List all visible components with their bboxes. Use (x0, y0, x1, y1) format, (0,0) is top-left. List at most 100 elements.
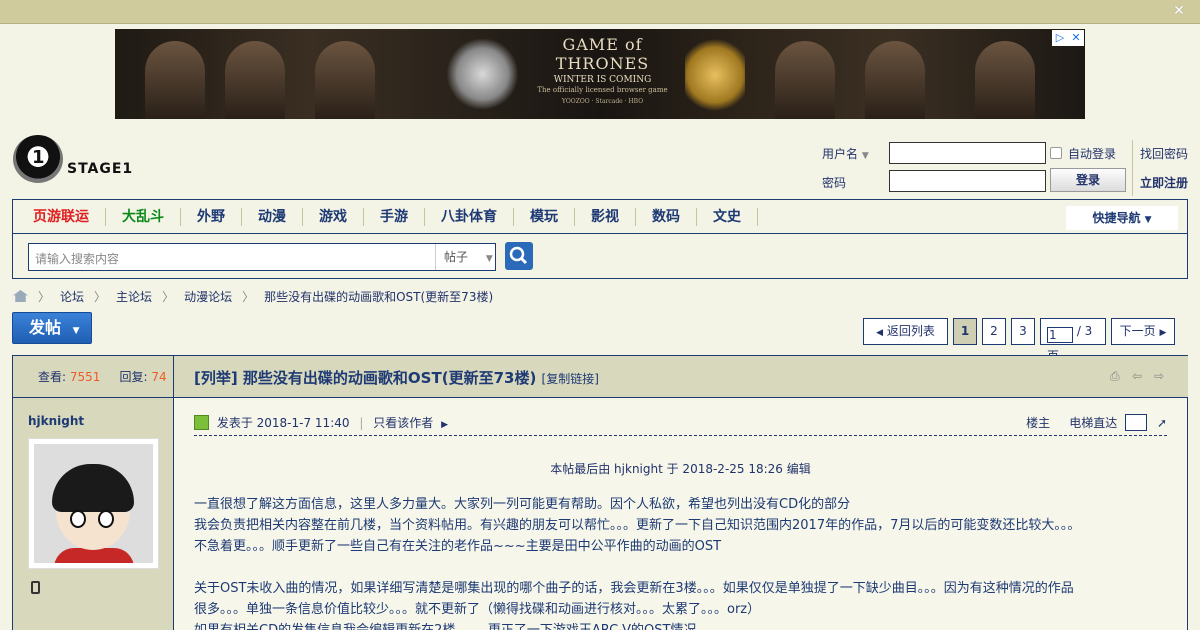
page-button[interactable]: 2 (982, 318, 1006, 345)
post-line: 我会负责把相关内容整在前几楼，当个资料帖用。有兴趣的朋友可以帮忙。。。更新了一下… (194, 518, 1081, 533)
thread-title: [列举] 那些没有出碟的动画歌和OST(更新至73楼) [复制链接] (194, 369, 599, 387)
go-icon[interactable]: ➚ (1157, 416, 1167, 430)
ad-figure (315, 41, 375, 119)
quick-nav-button[interactable]: 快捷导航 ▼ (1066, 206, 1178, 230)
copy-link[interactable]: [复制链接] (542, 372, 599, 386)
ad-figure (865, 41, 925, 119)
mobile-icon (31, 581, 40, 594)
floor-jump-input[interactable] (1125, 414, 1148, 431)
register-link[interactable]: 立即注册 (1140, 174, 1188, 191)
view-count: 7551 (69, 370, 101, 384)
ad-title: GAME of THRONES (555, 35, 650, 73)
pagination: ◀ 返回列表 1 2 3 1 / 3 页 下一页 ▶ (858, 318, 1175, 363)
nav-item[interactable]: 数码 (636, 207, 697, 226)
post-body: 一直很想了解这方面信息，这里人多力量大。大家列一列可能更有帮助。因个人私欲，希望… (194, 494, 1184, 630)
ad-figure (775, 41, 835, 119)
floor-jump-label: 电梯直达 (1069, 416, 1118, 430)
search-type-select[interactable]: 帖子 ▼ (435, 244, 495, 270)
post-line: 一直很想了解这方面信息，这里人多力量大。大家列一列可能更有帮助。因个人私欲，希望… (194, 497, 851, 512)
nav-item[interactable]: 八卦体育 (425, 207, 514, 226)
post-line: 很多。。。单独一条信息价值比较少。。。就不更新了（懒得找碟和动画进行核对。。。太… (194, 602, 761, 617)
chevron-right-icon: 〉 (38, 289, 51, 304)
nav-item[interactable]: 手游 (364, 207, 425, 226)
ad-close-icon[interactable]: ✕ (1068, 30, 1084, 46)
ad-figure (225, 41, 285, 119)
post-line: 不急着更。。。顺手更新了一些自己有在关注的老作品~~~主要是田中公平作曲的动画的… (194, 539, 722, 554)
page-button[interactable]: 3 (1011, 318, 1035, 345)
nav-item[interactable]: 外野 (181, 207, 242, 226)
ad-sponsors: YOOZOO · Starcade · HBO (561, 98, 644, 105)
close-icon[interactable]: ✕ (1172, 4, 1186, 18)
nav-item[interactable]: 模玩 (514, 207, 575, 226)
adchoices-icon[interactable]: ▷ (1052, 30, 1068, 46)
advertisement-banner[interactable]: GAME of THRONES WINTER IS COMING The off… (115, 29, 1085, 119)
reply-count: 74 (151, 370, 167, 384)
chevron-right-icon: 〉 (162, 289, 175, 304)
ad-text: GAME of THRONES WINTER IS COMING The off… (535, 35, 670, 105)
breadcrumb-item[interactable]: 论坛 (60, 288, 84, 305)
site-logo[interactable]: 1 STAGE1 (13, 135, 133, 183)
thread-title-bar: [列举] 那些没有出碟的动画歌和OST(更新至73楼) [复制链接] ⎙ ⇦ ⇨ (174, 356, 1188, 398)
caret-right-icon: ▶ (441, 420, 448, 430)
password-input[interactable] (889, 170, 1046, 192)
page-button[interactable]: 1 (953, 318, 977, 345)
thread-tools: ⎙ ⇦ ⇨ (1110, 370, 1168, 382)
breadcrumb-item[interactable]: 动漫论坛 (184, 288, 232, 305)
search-input[interactable]: 请输入搜索内容 (35, 250, 119, 267)
auto-login-label[interactable]: 自动登录 (1068, 145, 1116, 162)
page-jump[interactable]: 1 / 3 页 (1040, 318, 1106, 363)
main-nav: 页游联运 大乱斗 外野 动漫 游戏 手游 八卦体育 模玩 影视 数码 文史 快捷… (12, 199, 1188, 279)
thread-post: 查看: 7551 回复: 74 [列举] 那些没有出碟的动画歌和OST(更新至7… (12, 355, 1188, 630)
home-icon[interactable] (13, 290, 28, 302)
login-button[interactable]: 登录 (1050, 168, 1126, 192)
avatar[interactable] (28, 438, 159, 569)
username-input[interactable] (889, 142, 1046, 164)
previous-thread-icon[interactable]: ⇦ (1132, 370, 1146, 382)
online-status-icon (194, 415, 209, 430)
wolf-sigil-icon (445, 39, 520, 109)
post-line: 关于OST未收入曲的情况，如果详细写清楚是哪集出现的哪个曲子的话，我会更新在3楼… (194, 581, 1074, 596)
chevron-right-icon: 〉 (242, 289, 255, 304)
print-icon[interactable]: ⎙ (1110, 370, 1124, 382)
nav-bar: 页游联运 大乱斗 外野 动漫 游戏 手游 八卦体育 模玩 影视 数码 文史 快捷… (13, 200, 1187, 234)
site-name: STAGE1 (67, 161, 134, 177)
adchoices[interactable]: ▷ ✕ (1052, 30, 1084, 46)
back-to-list-button[interactable]: ◀ 返回列表 (863, 318, 948, 345)
floor-label: 楼主 (1026, 416, 1051, 430)
breadcrumb-item[interactable]: 主论坛 (116, 288, 152, 305)
auto-login-checkbox[interactable] (1050, 147, 1062, 159)
password-label: 密码 (822, 176, 847, 190)
username-label[interactable]: 用户名 ▼ (822, 145, 869, 162)
post-meta: 发表于 2018-1-7 11:40 | 只看该作者 ▶ 楼主 电梯直达 ➚ (194, 414, 1167, 436)
nav-item[interactable]: 游戏 (303, 207, 364, 226)
nav-item[interactable]: 影视 (575, 207, 636, 226)
breadcrumb-item[interactable]: 那些没有出碟的动画歌和OST(更新至73楼) (264, 288, 493, 305)
ad-tagline: The officially licensed browser game (537, 86, 668, 94)
author-name[interactable]: hjknight (28, 414, 84, 428)
lion-sigil-icon (685, 35, 745, 115)
chevron-right-icon: 〉 (94, 289, 107, 304)
search-button[interactable] (505, 242, 533, 270)
ad-subtitle: WINTER IS COMING (553, 75, 652, 85)
post-line: 如果有相关CD的发售信息我会编辑更新在2楼。。。。更正了一下游戏王ARC-V的O… (194, 620, 1184, 630)
logo-icon: 1 (13, 135, 63, 183)
nav-item[interactable]: 页游联运 (17, 207, 106, 226)
login-form: 用户名 ▼ 自动登录 密码 登录 找回密码 立即注册 (800, 140, 1200, 196)
next-thread-icon[interactable]: ⇨ (1154, 370, 1168, 382)
nav-item[interactable]: 动漫 (242, 207, 303, 226)
logo-digit: 1 (32, 147, 45, 168)
post-date: 发表于 2018-1-7 11:40 (216, 416, 350, 430)
thread-stats: 查看: 7551 回复: 74 (13, 356, 174, 398)
nav-item[interactable]: 大乱斗 (106, 207, 181, 226)
only-author-link[interactable]: 只看该作者 (373, 416, 433, 430)
divider (1132, 140, 1133, 196)
page-jump-input[interactable]: 1 (1047, 327, 1073, 343)
nav-item[interactable]: 文史 (697, 207, 758, 226)
search-box[interactable]: 请输入搜索内容 帖子 ▼ (28, 243, 496, 271)
forgot-password-link[interactable]: 找回密码 (1140, 145, 1188, 162)
new-post-button[interactable]: 发帖 ▼ (12, 312, 92, 344)
next-page-button[interactable]: 下一页 ▶ (1111, 318, 1175, 345)
ad-figure (145, 41, 205, 119)
author-sidebar: hjknight (13, 398, 174, 630)
edit-notice: 本帖最后由 hjknight 于 2018-2-25 18:26 编辑 (550, 462, 811, 476)
